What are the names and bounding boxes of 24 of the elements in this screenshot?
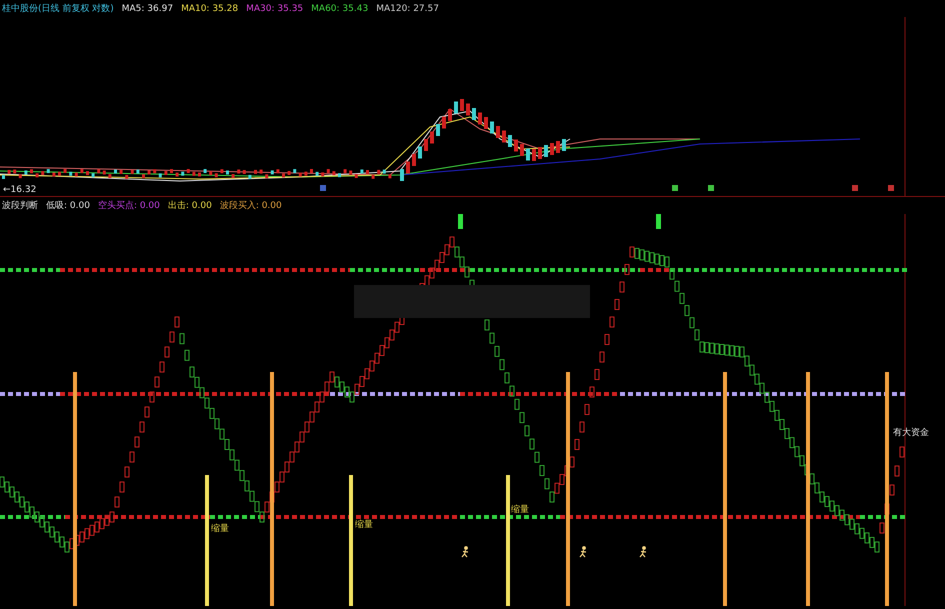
runner-icon <box>461 546 469 558</box>
moving-average-value: MA60: 35.43 <box>311 4 368 14</box>
signal-marker <box>888 185 894 191</box>
signal-label: 缩量 <box>211 524 229 534</box>
moving-average-value: MA10: 35.28 <box>181 4 238 14</box>
signal-label: 缩量 <box>511 505 529 515</box>
indicator-value: 空头买点: 0.00 <box>98 200 160 212</box>
signal-label: 缩量 <box>355 520 373 530</box>
moving-average-value: MA5: 36.97 <box>122 4 174 14</box>
signal-marker <box>672 185 678 191</box>
indicator-title: 波段判断 <box>2 200 38 212</box>
runner-icon <box>639 546 647 558</box>
moving-average-value: MA30: 35.35 <box>246 4 304 14</box>
runner-icon <box>579 546 587 558</box>
signal-marker <box>852 185 858 191</box>
low-price-label: ←16.32 <box>3 185 36 195</box>
chart-title: 桂中股份(日线 前复权 对数) <box>2 2 114 15</box>
moving-average-value: MA120: 27.57 <box>376 4 439 14</box>
signal-label: 有大资金 <box>893 428 929 438</box>
indicator-value: 出击: 0.00 <box>168 200 212 212</box>
signal-marker <box>320 185 326 191</box>
indicator-value: 波段买入: 0.00 <box>220 200 282 212</box>
signal-marker <box>708 185 714 191</box>
indicator-value: 低吸: 0.00 <box>46 200 90 212</box>
